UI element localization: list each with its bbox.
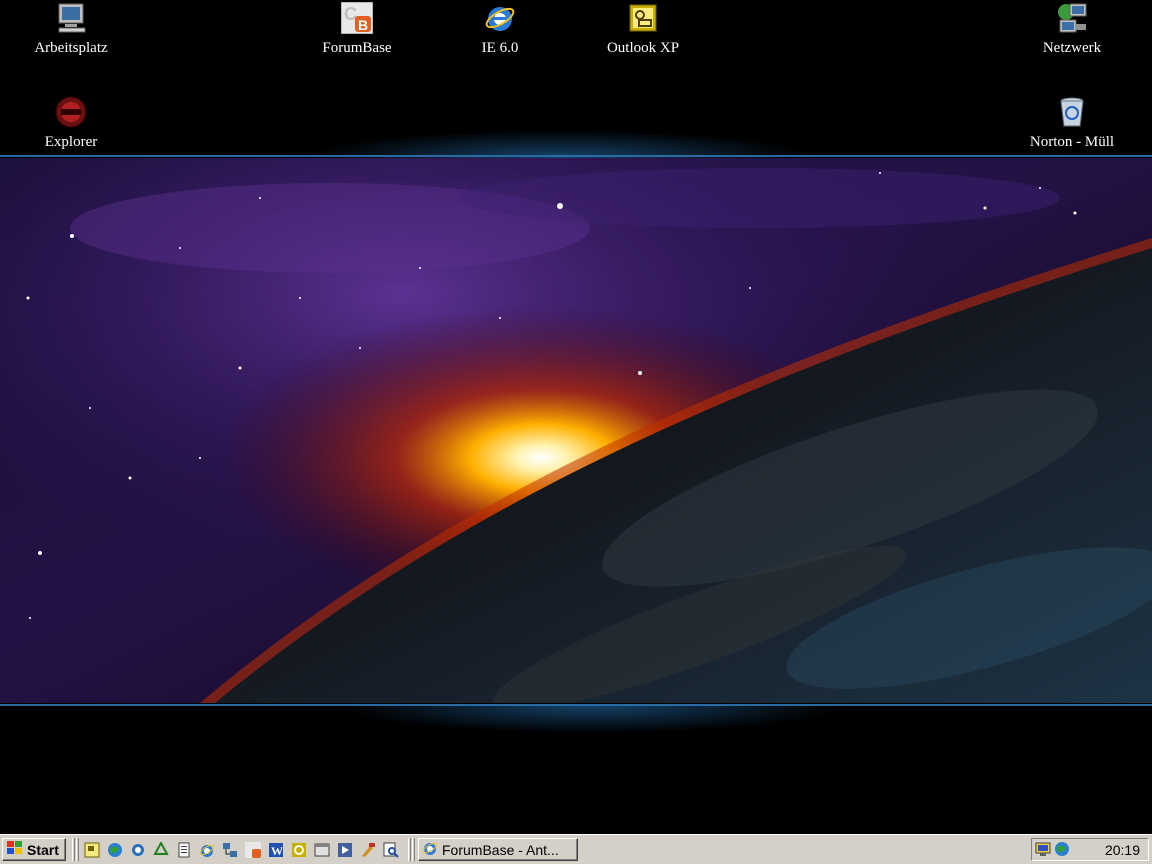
desktop-icon-label: Netzwerk: [1042, 40, 1102, 56]
wallpaper-space-image: [0, 158, 1152, 703]
forumbase-icon[interactable]: [243, 840, 263, 860]
desktop-icon-explorer[interactable]: Explorer: [16, 96, 126, 151]
svg-text:W: W: [271, 844, 283, 858]
outlook-icon: [627, 2, 659, 34]
desktop-icon-ie[interactable]: IE 6.0: [445, 2, 555, 57]
network-icon: [1056, 2, 1088, 34]
forumbase-icon: CB: [340, 1, 374, 35]
clock[interactable]: 20:19: [1105, 842, 1140, 858]
taskbar-grip[interactable]: [412, 838, 415, 861]
outlook-icon[interactable]: [82, 840, 102, 860]
quick-launch-bar: W: [82, 840, 401, 860]
internet-explorer-icon: [484, 2, 516, 34]
recycle-icon[interactable]: [151, 840, 171, 860]
outlook-express-icon[interactable]: [289, 840, 309, 860]
word-icon[interactable]: W: [266, 840, 286, 860]
system-tray: 20:19: [1031, 838, 1149, 861]
desktop-icon-forumbase[interactable]: CB ForumBase: [302, 1, 412, 57]
desktop-icon-label: IE 6.0: [481, 40, 519, 56]
taskbar-grip[interactable]: [408, 838, 411, 861]
taskbar-grip[interactable]: [76, 838, 79, 861]
svg-text:B: B: [358, 17, 368, 33]
taskbar: Start W ForumBase - Ant... 20:19: [0, 834, 1152, 864]
calendar-icon[interactable]: [312, 840, 332, 860]
desktop-icon-label: Norton - Müll: [1029, 134, 1115, 150]
tray-monitor-icon[interactable]: [1035, 841, 1051, 862]
desktop-icon-arbeitsplatz[interactable]: Arbeitsplatz: [16, 2, 126, 57]
windows-logo-icon: [6, 840, 24, 859]
computer-icon: [55, 2, 87, 34]
find-icon[interactable]: [381, 840, 401, 860]
taskbar-grip[interactable]: [72, 838, 75, 861]
desktop-icon-label: Outlook XP: [606, 40, 680, 56]
desktop-icon-label: Arbeitsplatz: [34, 40, 108, 56]
desktop-icon-netzwerk[interactable]: Netzwerk: [1017, 2, 1127, 57]
search-icon[interactable]: [128, 840, 148, 860]
explorer-icon: [55, 96, 87, 128]
start-label: Start: [27, 841, 59, 858]
desktop-icon-outlook[interactable]: Outlook XP: [588, 2, 698, 57]
desktop-icon-norton-recycle[interactable]: Norton - Müll: [1017, 96, 1127, 151]
media-icon[interactable]: [335, 840, 355, 860]
desktop-icon-label: ForumBase: [322, 40, 392, 56]
wallpaper-line-top: [0, 155, 1152, 157]
internet-explorer-icon: [422, 840, 438, 859]
wallpaper-glow-top: [0, 100, 1152, 158]
desktop: Arbeitsplatz CB ForumBase IE 6.0 Outlook…: [0, 0, 1152, 834]
network-icon[interactable]: [220, 840, 240, 860]
document-icon[interactable]: [174, 840, 194, 860]
wallpaper-glow-bottom: [0, 705, 1152, 765]
taskbar-window-button-forumbase[interactable]: ForumBase - Ant...: [418, 838, 578, 861]
globe-icon[interactable]: [105, 840, 125, 860]
tools-icon[interactable]: [358, 840, 378, 860]
desktop-icon-label: Explorer: [44, 134, 98, 150]
task-button-label: ForumBase - Ant...: [442, 841, 559, 858]
tray-globe-icon[interactable]: [1054, 841, 1070, 862]
recycle-bin-icon: [1056, 96, 1088, 128]
start-button[interactable]: Start: [2, 838, 66, 861]
internet-explorer-icon[interactable]: [197, 840, 217, 860]
